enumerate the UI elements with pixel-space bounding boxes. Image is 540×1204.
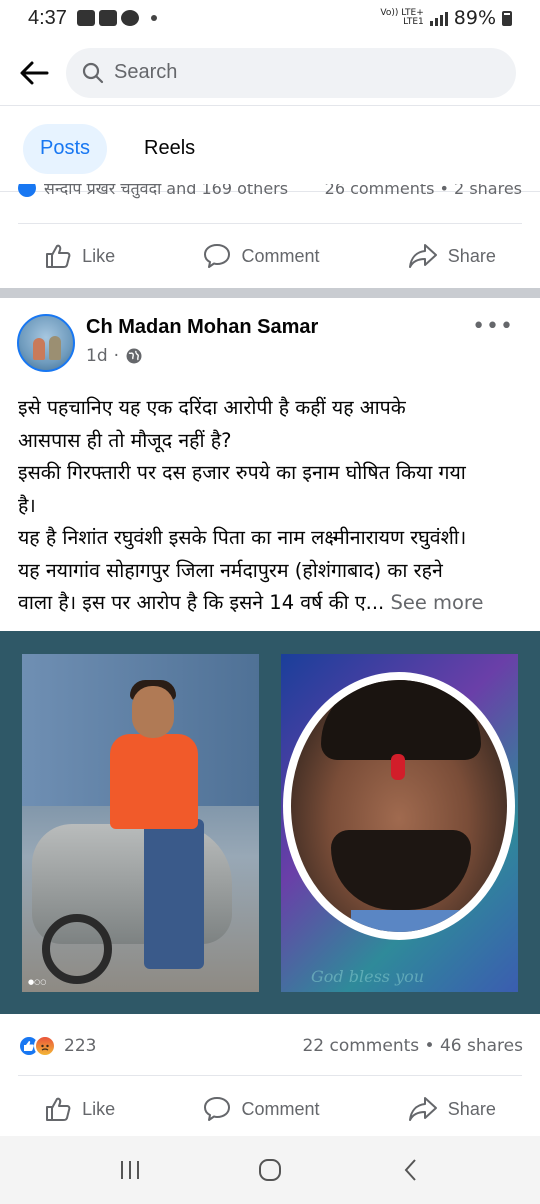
- gallery-notification-icon: [76, 10, 95, 26]
- post-text-line: आसपास ही तो मौजूद नहीं है?: [18, 428, 232, 452]
- post-divider: [0, 288, 540, 298]
- system-back-button[interactable]: [390, 1150, 430, 1190]
- comments-count[interactable]: 22 comments: [302, 1036, 419, 1056]
- like-button[interactable]: Like: [44, 1095, 115, 1123]
- tab-reels[interactable]: Reels: [127, 124, 212, 174]
- thumbs-up-icon: [46, 1097, 71, 1121]
- thumbs-up-icon: [46, 244, 71, 268]
- previous-post-actions: Like Comment Share: [0, 224, 540, 288]
- filter-tabs: Posts Reels: [0, 106, 540, 192]
- network-indicator: Vo)) LTE+ LTE1: [380, 9, 423, 27]
- more-options-button[interactable]: •••: [472, 314, 514, 339]
- home-button[interactable]: [250, 1150, 290, 1190]
- previous-comments-shares[interactable]: 26 comments • 2 shares: [325, 184, 522, 198]
- previous-post-stats: सन्दीप प्रखर चतुर्वेदी and 169 others 26…: [0, 184, 540, 204]
- like-label: Like: [82, 245, 116, 266]
- comment-button[interactable]: Comment: [203, 1095, 320, 1123]
- share-label: Share: [447, 1098, 496, 1119]
- post-time[interactable]: 1d: [86, 346, 108, 366]
- globe-icon: [126, 348, 142, 364]
- comment-icon: [204, 244, 231, 268]
- previous-reactions-text[interactable]: सन्दीप प्रखर चतुर्वेदी and 169 others: [44, 184, 288, 199]
- search-placeholder: Search: [114, 61, 178, 83]
- post-meta: 1d ·: [86, 346, 143, 366]
- home-icon: [259, 1159, 281, 1181]
- search-input[interactable]: Search: [66, 47, 516, 98]
- status-time: 4:37: [28, 6, 67, 29]
- camera-watermark: ●○○: [28, 978, 47, 986]
- tab-posts[interactable]: Posts: [23, 123, 108, 174]
- notification-icons: [76, 10, 157, 26]
- author-name[interactable]: Ch Madan Mohan Samar: [86, 316, 318, 339]
- more-notifications-icon: [150, 15, 157, 21]
- battery-icon: [502, 10, 512, 26]
- like-button[interactable]: Like: [44, 242, 115, 270]
- author-avatar[interactable]: [17, 314, 75, 372]
- post-text-line-last: वाला है। इस पर आरोप है कि इसने 14 वर्ष क…: [18, 587, 526, 620]
- angry-reaction-icon: [34, 1035, 56, 1057]
- post-media: ●○○ God bless you: [0, 631, 540, 1014]
- photo-portrait[interactable]: God bless you: [281, 654, 518, 992]
- post-text-line: है।: [18, 493, 36, 517]
- comment-icon: [204, 1097, 231, 1121]
- network-bottom: LTE1: [403, 17, 424, 27]
- photo-caption: God bless you: [311, 967, 425, 986]
- see-more-link[interactable]: See more: [390, 591, 483, 614]
- share-label: Share: [447, 245, 496, 266]
- post-header: Ch Madan Mohan Samar 1d · •••: [0, 310, 540, 380]
- post-text-line: इसे पहचानिए यह एक दरिंदा आरोपी है कहीं य…: [18, 396, 406, 419]
- recent-apps-button[interactable]: [110, 1150, 150, 1190]
- like-label: Like: [82, 1098, 116, 1119]
- comments-shares: 22 comments • 46 shares: [302, 1036, 523, 1056]
- post-text-line: इसकी गिरफ्तारी पर दस हजार रुपये का इनाम …: [18, 461, 466, 484]
- chevron-left-icon: [404, 1159, 416, 1181]
- share-button[interactable]: Share: [408, 1095, 496, 1123]
- app-notification-icon: [98, 10, 117, 26]
- recent-apps-icon: [121, 1161, 139, 1179]
- reaction-count[interactable]: 223: [64, 1036, 96, 1056]
- shares-count[interactable]: 46 shares: [440, 1036, 523, 1056]
- status-right: Vo)) LTE+ LTE1 89%: [380, 7, 512, 29]
- pinterest-notification-icon: [120, 10, 139, 26]
- battery-percent: 89%: [453, 7, 496, 29]
- post-text: इसे पहचानिए यह एक दरिंदा आरोपी है कहीं य…: [18, 392, 526, 620]
- post-text-line: यह है निशांत रघुवंशी इसके पिता का नाम लक…: [18, 526, 467, 549]
- post-stats: 223 22 comments • 46 shares: [18, 1030, 523, 1062]
- post-actions: Like Comment Share: [0, 1077, 540, 1141]
- status-bar: 4:37 Vo)) LTE+ LTE1 89%: [0, 0, 540, 36]
- search-header: Search: [0, 40, 540, 106]
- system-nav-bar: [0, 1136, 540, 1204]
- comment-label: Comment: [241, 1098, 320, 1119]
- signal-icon: [429, 10, 448, 26]
- back-arrow-icon: [20, 61, 49, 84]
- share-icon: [408, 244, 437, 268]
- reaction-icons[interactable]: [18, 1035, 56, 1057]
- share-icon: [408, 1097, 437, 1121]
- search-icon: [82, 62, 104, 83]
- back-button[interactable]: [16, 55, 52, 91]
- comment-label: Comment: [241, 245, 320, 266]
- share-button[interactable]: Share: [408, 242, 496, 270]
- comment-button[interactable]: Comment: [203, 242, 320, 270]
- post-text-line: वाला है। इस पर आरोप है कि इसने 14 वर्ष क…: [18, 591, 385, 614]
- post-text-line: यह नयागांव सोहागपुर जिला नर्मदापुरम (होश…: [18, 558, 443, 582]
- like-reaction-icon: [18, 184, 36, 197]
- divider-line: [18, 1075, 522, 1076]
- photo-man-on-motorcycle[interactable]: ●○○: [22, 654, 259, 992]
